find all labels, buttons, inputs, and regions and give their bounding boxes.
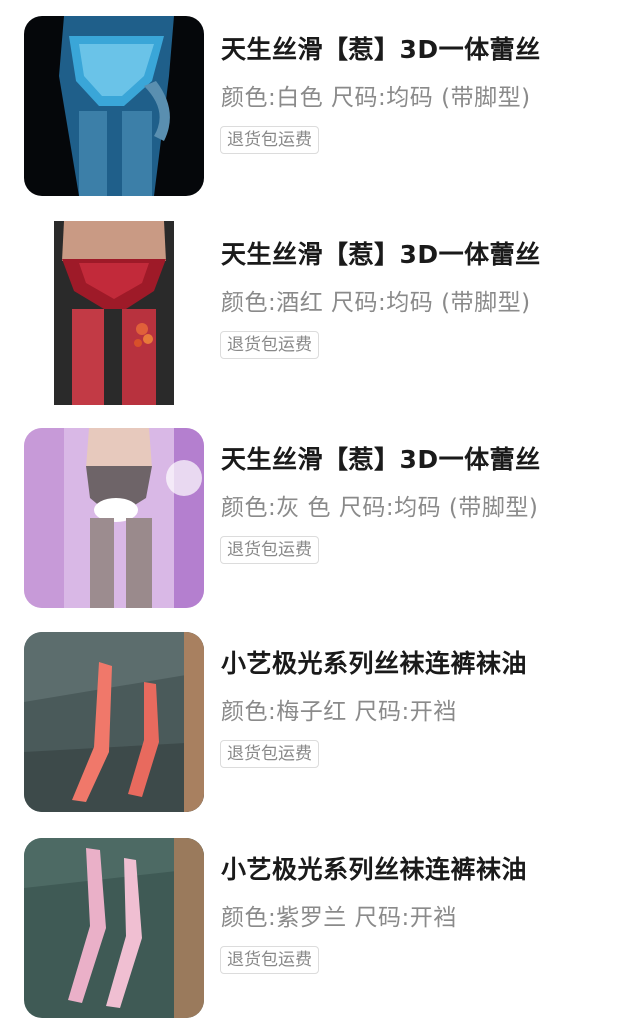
free-return-shipping-badge: 退货包运费 — [220, 331, 319, 359]
product-spec: 颜色:梅子红 尺码:开裆 — [221, 699, 457, 725]
product-title: 天生丝滑【惹】3D一体蕾丝 — [221, 35, 541, 64]
product-spec: 颜色:紫罗兰 尺码:开裆 — [221, 905, 457, 931]
product-photo-plum-red-tights — [24, 632, 204, 812]
product-title: 小艺极光系列丝袜连裤袜油 — [221, 855, 528, 884]
product-title: 小艺极光系列丝袜连裤袜油 — [221, 649, 528, 678]
order-item[interactable]: 天生丝滑【惹】3D一体蕾丝 颜色:灰 色 尺码:均码 (带脚型) 退货包运费 — [0, 410, 635, 610]
order-item[interactable]: 天生丝滑【惹】3D一体蕾丝 颜色:白色 尺码:均码 (带脚型) 退货包运费 — [0, 0, 635, 200]
product-image[interactable] — [24, 632, 204, 812]
product-image[interactable] — [54, 221, 174, 405]
product-photo-grey-lace — [24, 428, 204, 608]
free-return-shipping-badge: 退货包运费 — [220, 126, 319, 154]
product-spec: 颜色:灰 色 尺码:均码 (带脚型) — [221, 495, 539, 521]
order-item[interactable]: 天生丝滑【惹】3D一体蕾丝 颜色:酒红 尺码:均码 (带脚型) 退货包运费 — [0, 205, 635, 405]
product-image[interactable] — [24, 16, 204, 196]
order-item[interactable]: 小艺极光系列丝袜连裤袜油 颜色:梅子红 尺码:开裆 退货包运费 — [0, 614, 635, 814]
free-return-shipping-badge: 退货包运费 — [220, 536, 319, 564]
product-image[interactable] — [24, 428, 204, 608]
product-photo-violet-tights — [24, 838, 204, 1018]
product-spec: 颜色:酒红 尺码:均码 (带脚型) — [221, 290, 531, 316]
product-spec: 颜色:白色 尺码:均码 (带脚型) — [221, 85, 531, 111]
product-photo-wine-red-lace — [54, 221, 174, 405]
free-return-shipping-badge: 退货包运费 — [220, 740, 319, 768]
product-photo-blue-lace — [24, 16, 204, 196]
product-image[interactable] — [24, 838, 204, 1018]
product-title: 天生丝滑【惹】3D一体蕾丝 — [221, 445, 541, 474]
order-item[interactable]: 小艺极光系列丝袜连裤袜油 颜色:紫罗兰 尺码:开裆 退货包运费 — [0, 820, 635, 1020]
product-title: 天生丝滑【惹】3D一体蕾丝 — [221, 240, 541, 269]
free-return-shipping-badge: 退货包运费 — [220, 946, 319, 974]
